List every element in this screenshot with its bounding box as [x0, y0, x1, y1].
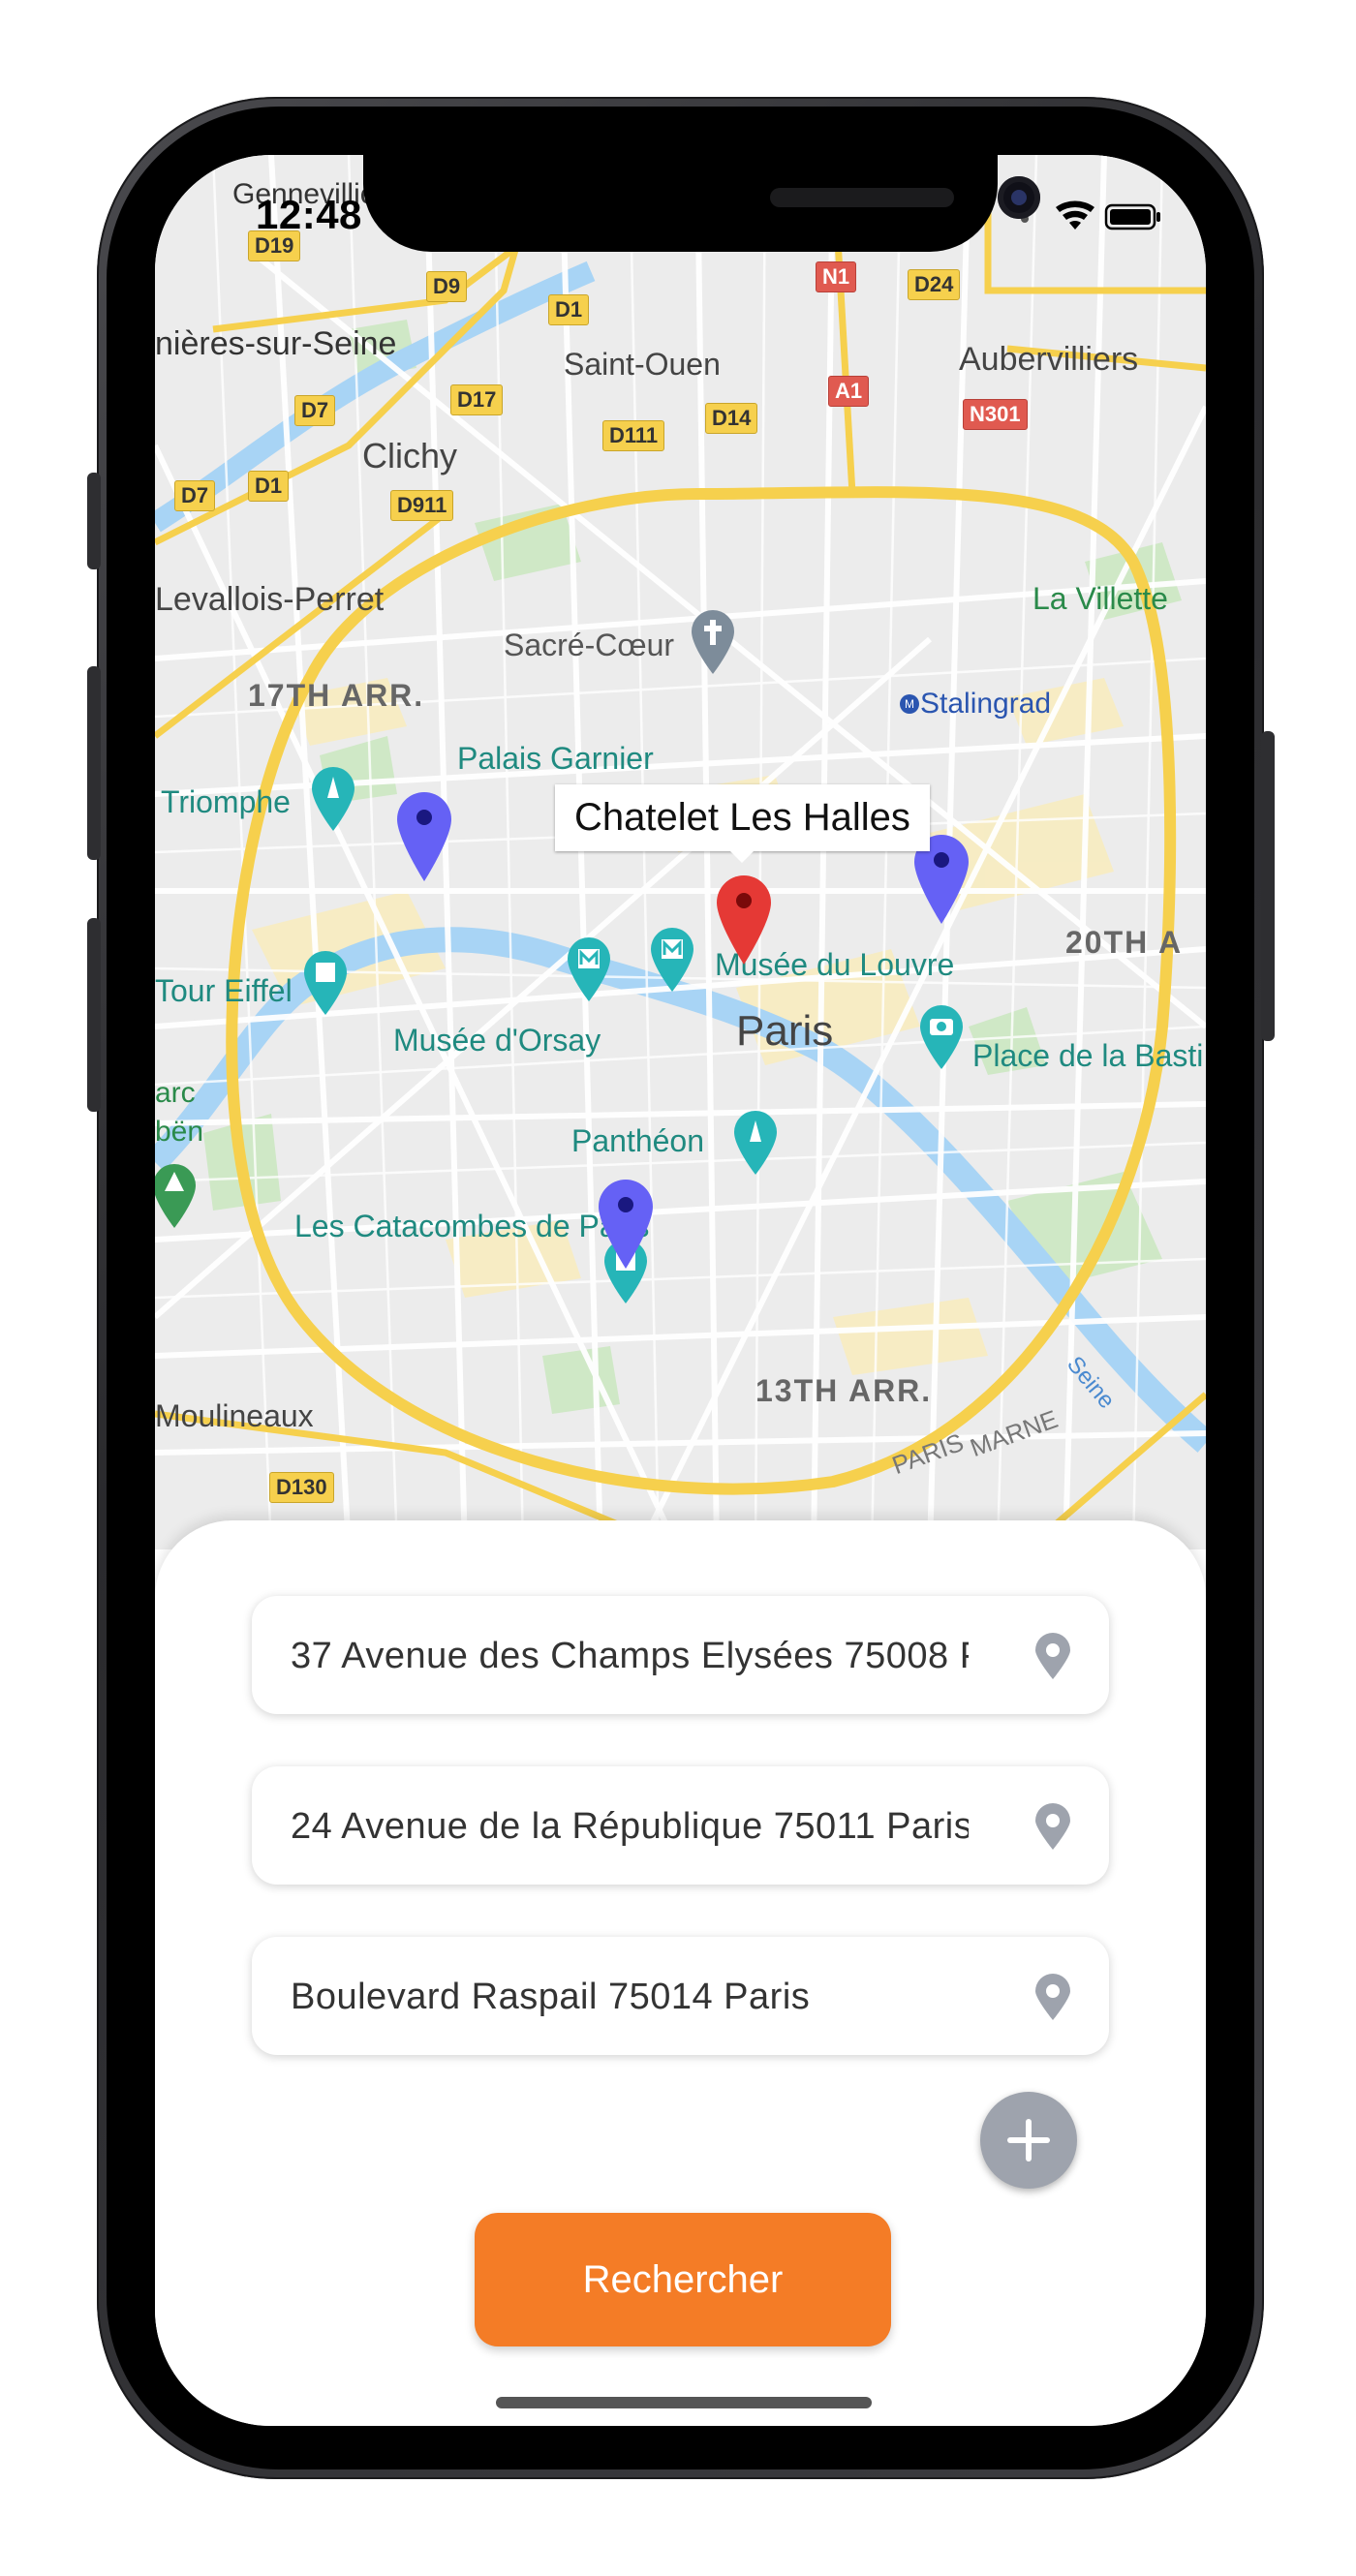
- map-label-triomphe: Triomphe: [161, 784, 291, 819]
- map-label-stalingrad: Stalingrad: [920, 688, 1052, 720]
- map-label-bastille: Place de la Basti: [972, 1038, 1204, 1073]
- map-label-levallois: Levallois-Perret: [155, 581, 385, 618]
- power-button: [1261, 731, 1275, 1041]
- front-camera: [998, 176, 1040, 219]
- map-label-13th-arr: 13TH ARR.: [755, 1373, 933, 1408]
- map-label-asnieres: nières-sur-Seine: [155, 325, 397, 362]
- address-input[interactable]: [289, 1766, 971, 1886]
- marker-title: Chatelet Les Halles: [574, 796, 910, 839]
- status-time: 12:48: [256, 192, 362, 237]
- sacre-coeur-poi-icon[interactable]: [688, 608, 738, 676]
- road-shield: A1: [828, 376, 870, 407]
- location-pin-icon[interactable]: [1033, 1974, 1072, 2022]
- tour-eiffel-poi-icon[interactable]: [300, 949, 351, 1017]
- map-label-boen: bën: [155, 1116, 204, 1148]
- map-label-tour-eiffel: Tour Eiffel: [155, 973, 293, 1008]
- map-label-moulineaux: Moulineaux: [155, 1398, 314, 1433]
- map-label-sacre-coeur: Sacré-Cœur: [504, 628, 675, 662]
- location-pin-icon[interactable]: [1033, 1803, 1072, 1852]
- road-shield: N1: [816, 261, 857, 292]
- road-shield: D24: [908, 269, 961, 300]
- home-indicator[interactable]: [496, 2397, 872, 2408]
- road-shield: D14: [705, 403, 758, 434]
- search-button-label: Rechercher: [582, 2257, 784, 2301]
- road-shield: D911: [390, 490, 454, 521]
- map-label-orsay: Musée d'Orsay: [393, 1023, 601, 1058]
- road-shield: D7: [294, 395, 336, 426]
- road-shield: N301: [963, 399, 1028, 430]
- address-input[interactable]: [289, 1596, 971, 1716]
- location-pin-icon[interactable]: [1033, 1633, 1072, 1681]
- map-label-paris: Paris: [736, 1007, 834, 1055]
- pantheon-poi-icon[interactable]: [730, 1109, 781, 1177]
- volume-up-button: [87, 666, 101, 860]
- speaker-grille: [770, 188, 954, 207]
- road-shield: D9: [426, 271, 468, 302]
- road-shield: D130: [269, 1472, 334, 1503]
- mute-switch: [87, 473, 101, 569]
- search-button[interactable]: Rechercher: [475, 2213, 891, 2346]
- map-label-palais-garnier: Palais Garnier: [457, 741, 654, 776]
- phone-notch: [363, 155, 1040, 252]
- map-label-la-villette: La Villette: [1032, 581, 1168, 616]
- louvre-poi-icon[interactable]: [647, 926, 697, 994]
- road-shield: D1: [248, 471, 290, 502]
- arc-de-triomphe-poi-icon[interactable]: [308, 765, 358, 833]
- bastille-camera-poi-icon[interactable]: [916, 1003, 967, 1071]
- phone-screen: Gennevilliers nières-sur-Seine Saint-Oue…: [155, 155, 1206, 2426]
- map-label-clichy: Clichy: [362, 436, 458, 475]
- add-address-button[interactable]: [980, 2092, 1077, 2189]
- marker-info-window: Chatelet Les Halles: [555, 784, 930, 863]
- road-shield: D7: [174, 480, 216, 511]
- park-tree-icon[interactable]: [155, 1162, 200, 1230]
- origin-marker-icon[interactable]: [395, 790, 453, 883]
- road-shield: D111: [602, 420, 665, 451]
- map-label-parc: arc: [155, 1077, 196, 1109]
- map-label-20th-arr: 20TH A: [1065, 925, 1184, 960]
- metro-icon: M: [900, 694, 919, 714]
- destination-marker-icon[interactable]: [715, 874, 773, 966]
- map-label-17th-arr: 17TH ARR.: [248, 678, 425, 713]
- road-shield: D17: [450, 384, 504, 415]
- address-field-2[interactable]: [252, 1766, 1109, 1886]
- address-field-3[interactable]: [252, 1937, 1109, 2057]
- museum-poi-icon[interactable]: [564, 935, 614, 1003]
- map-view[interactable]: Gennevilliers nières-sur-Seine Saint-Oue…: [155, 155, 1206, 1549]
- address-field-1[interactable]: [252, 1596, 1109, 1716]
- map-label-aubervilliers: Aubervilliers: [959, 341, 1139, 378]
- svg-text:M: M: [905, 697, 914, 711]
- road-shield: D1: [548, 294, 590, 325]
- origin-marker-icon[interactable]: [597, 1178, 655, 1271]
- address-input[interactable]: [289, 1937, 971, 2057]
- map-label-saint-ouen: Saint-Ouen: [564, 347, 721, 382]
- battery-icon: [1104, 203, 1160, 230]
- volume-down-button: [87, 918, 101, 1112]
- map-label-pantheon: Panthéon: [571, 1123, 705, 1158]
- wifi-icon: [1056, 200, 1094, 230]
